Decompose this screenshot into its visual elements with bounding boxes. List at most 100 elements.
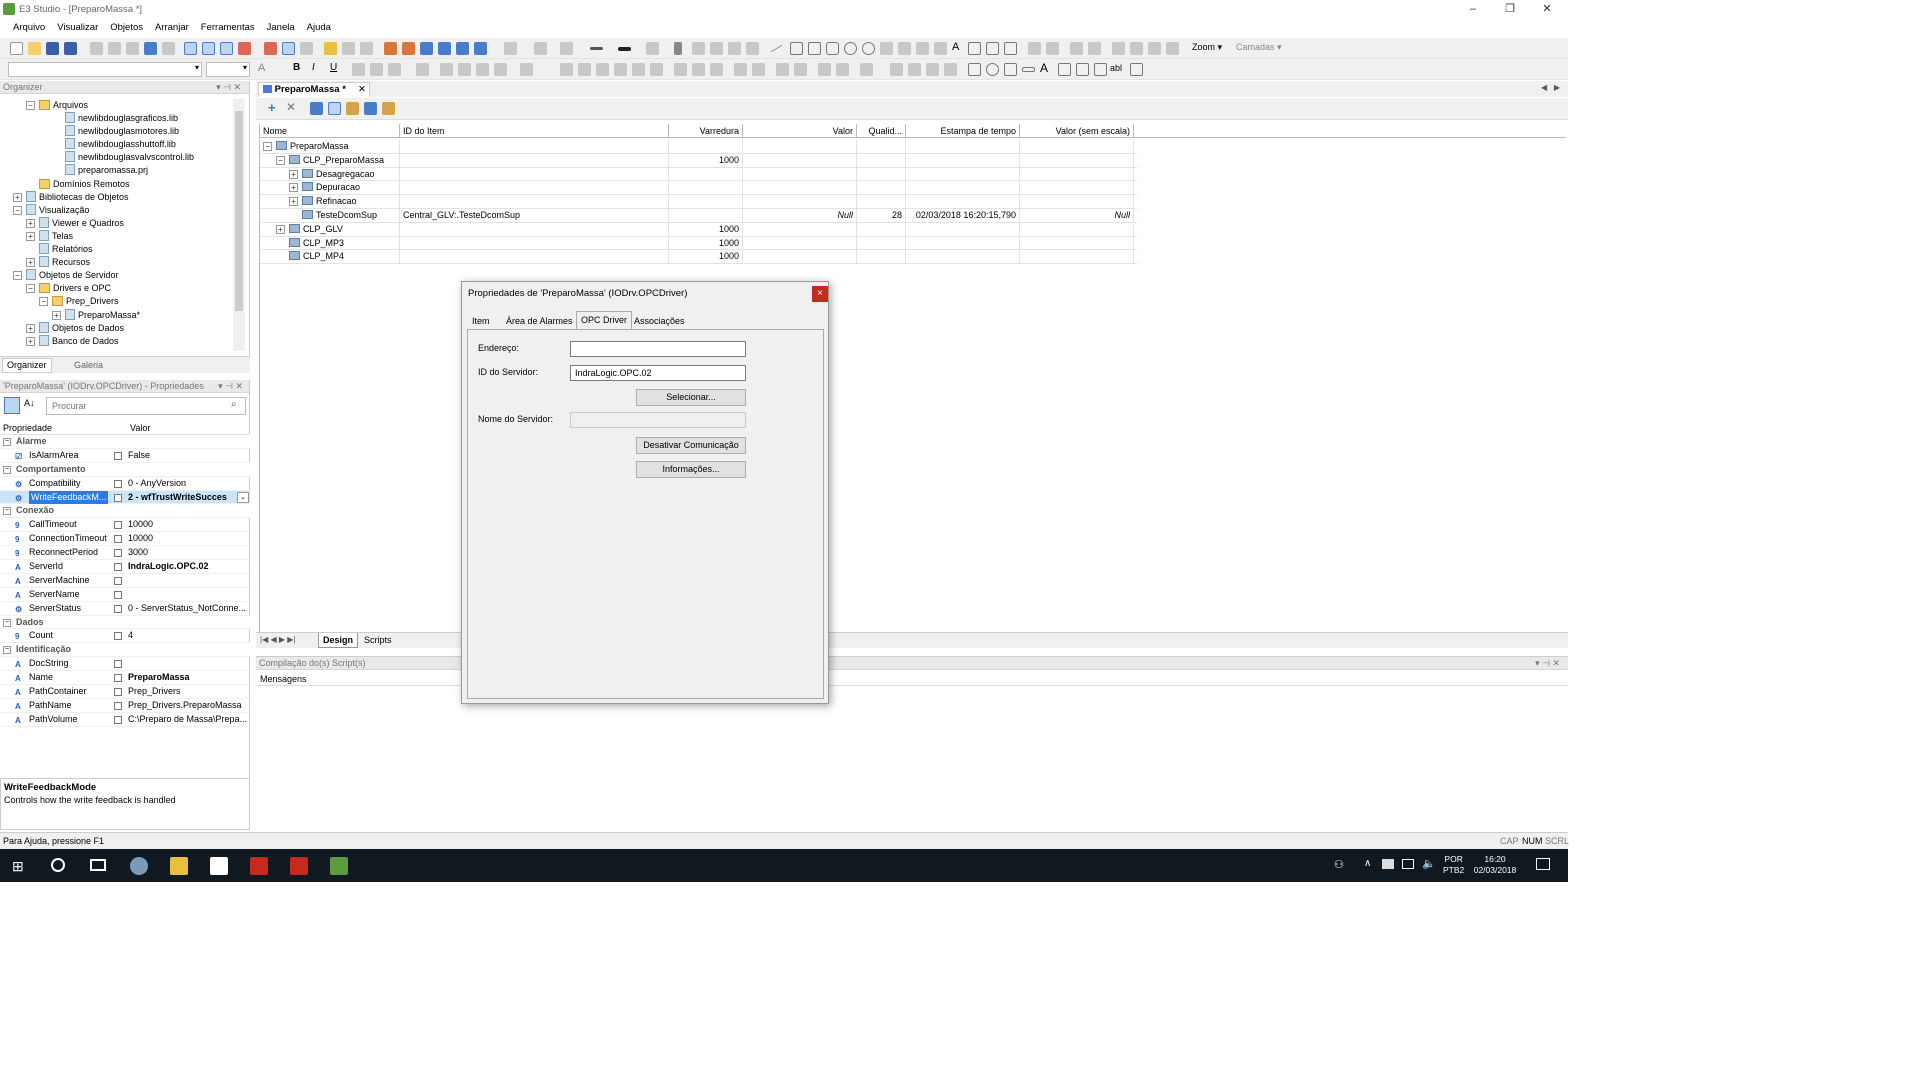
table-row[interactable]: + Refinacao [260, 195, 1137, 209]
tool4-icon[interactable] [456, 42, 469, 55]
cell-name[interactable]: + Refinacao [260, 195, 400, 209]
col-varredura[interactable]: Varredura [669, 124, 743, 138]
expand-icon[interactable]: + [289, 197, 298, 207]
align4-icon[interactable] [1166, 42, 1179, 55]
tree-node[interactable]: − Arquivos [0, 99, 234, 112]
table-row[interactable]: − PreparoMassa [260, 140, 1137, 154]
view-mode-icon[interactable] [184, 42, 197, 55]
cell-item[interactable] [400, 236, 669, 251]
windows-start-icon[interactable]: ⊞ [12, 858, 24, 875]
organizer-scrollbar[interactable] [233, 99, 245, 351]
new-icon[interactable] [10, 42, 23, 55]
label-tool-icon[interactable]: A [1040, 61, 1048, 75]
textbox-tool-icon[interactable] [1058, 63, 1071, 76]
cell-raw[interactable] [1020, 140, 1134, 154]
address-field[interactable] [570, 341, 746, 357]
tree-node[interactable]: + Objetos de Dados [0, 321, 234, 335]
menu-visualizar[interactable]: Visualizar [51, 20, 104, 35]
collapse-icon[interactable]: − [276, 155, 285, 165]
cell-raw[interactable] [1020, 181, 1134, 196]
cell-item[interactable] [400, 140, 669, 154]
checkbox-tool-icon[interactable] [968, 63, 981, 76]
tree-node[interactable]: Relatórios [0, 243, 234, 256]
categorized-icon[interactable] [4, 397, 20, 414]
text-color-icon[interactable] [560, 42, 573, 55]
slider-tool-icon[interactable] [1022, 67, 1035, 72]
cell-value[interactable] [743, 236, 857, 251]
cell-item[interactable] [400, 181, 669, 196]
pointer-icon[interactable] [674, 42, 682, 55]
tree-node[interactable]: − Objetos de Servidor [0, 269, 234, 282]
col-valor[interactable]: Valor [743, 124, 857, 138]
property-value[interactable]: 10000 [128, 518, 250, 532]
control4-icon[interactable] [944, 63, 957, 76]
curve-icon[interactable] [916, 42, 929, 55]
undo-icon[interactable] [144, 42, 157, 55]
taskbar-app1-icon[interactable] [130, 857, 148, 875]
tree-node[interactable]: newlibdouglasvalvscontrol.lib [0, 151, 234, 164]
search-icon[interactable]: ⌕ [231, 399, 237, 410]
cell-scan[interactable] [669, 167, 743, 182]
table-row[interactable]: CLP_MP4 1000 [260, 250, 1137, 265]
format6-icon[interactable] [520, 63, 533, 76]
tree-node[interactable]: − Prep_Drivers [0, 295, 234, 308]
property-search-input[interactable] [46, 397, 246, 415]
table-row[interactable]: + Desagregacao [260, 167, 1137, 182]
space4-icon[interactable] [794, 63, 807, 76]
scroll-tool-icon[interactable] [1094, 63, 1107, 76]
cell-timestamp[interactable]: 02/03/2018 16:20:15,790 [906, 209, 1020, 223]
tab-preparomassa[interactable]: PreparoMassa * ✕ [258, 82, 370, 97]
cell-value[interactable] [743, 195, 857, 209]
paste-icon[interactable] [126, 42, 139, 55]
cell-value[interactable] [743, 250, 857, 265]
expand-icon[interactable]: + [52, 310, 61, 320]
disable-communication-button[interactable]: Desativar Comunicação [636, 437, 746, 454]
copy-icon[interactable] [108, 42, 121, 55]
expand-icon[interactable]: + [26, 323, 35, 333]
property-row[interactable]: A ServerMachine [0, 574, 250, 588]
cell-value[interactable] [743, 181, 857, 196]
tab-item[interactable]: Item [468, 313, 494, 329]
property-link-icon[interactable] [114, 688, 122, 697]
cell-name[interactable]: − CLP_PreparoMassa [260, 153, 400, 168]
cell-quality[interactable] [857, 222, 906, 237]
cell-value[interactable] [743, 222, 857, 237]
cell-scan[interactable]: 1000 [669, 222, 743, 237]
collapse-icon[interactable]: − [3, 507, 11, 516]
tree-node[interactable]: preparomassa.prj [0, 164, 234, 177]
menu-ferramentas[interactable]: Ferramentas [195, 20, 261, 35]
notifications-icon[interactable] [1536, 858, 1550, 870]
cell-quality[interactable] [857, 181, 906, 196]
layout2-icon[interactable] [578, 63, 591, 76]
align-center-icon[interactable] [370, 63, 383, 76]
collapse-icon[interactable]: − [39, 297, 48, 307]
tree-node[interactable]: + Banco de Dados [0, 334, 234, 348]
expand-icon[interactable]: + [13, 192, 22, 202]
align2-icon[interactable] [1130, 42, 1143, 55]
close-tab-icon[interactable]: ✕ [358, 83, 366, 97]
property-row[interactable]: A Name PreparoMassa [0, 671, 250, 686]
layout5-icon[interactable] [632, 63, 645, 76]
fill-icon[interactable] [504, 42, 517, 55]
property-row[interactable]: A ServerName [0, 588, 250, 602]
toggle-tool-icon[interactable] [1130, 63, 1143, 76]
volume-icon[interactable]: 🔈 [1422, 857, 1436, 870]
property-category[interactable]: − Identificação [0, 643, 250, 658]
view-mode-4-icon[interactable] [238, 42, 251, 55]
collapse-icon[interactable]: − [263, 142, 272, 151]
property-link-icon[interactable] [114, 604, 122, 613]
property-value[interactable]: 0 - AnyVersion [128, 477, 250, 491]
opc-app-icon[interactable] [210, 857, 228, 875]
cell-raw[interactable] [1020, 250, 1134, 265]
collapse-icon[interactable]: − [3, 465, 11, 474]
property-link-icon[interactable] [114, 701, 122, 710]
property-row[interactable]: A PathName Prep_Drivers.PreparoMassa [0, 699, 250, 713]
cell-item[interactable] [400, 222, 669, 237]
tree-node[interactable]: + Recursos [0, 256, 234, 269]
dropdown-arrow-icon[interactable]: ⌄ [237, 491, 249, 503]
menu-janela[interactable]: Janela [261, 20, 301, 35]
property-row[interactable]: A ServerId IndraLogic.OPC.02 [0, 560, 250, 574]
connector-icon[interactable] [790, 42, 803, 55]
tree-node[interactable]: Domínios Remotos [0, 178, 234, 191]
space1-icon[interactable] [734, 63, 747, 76]
